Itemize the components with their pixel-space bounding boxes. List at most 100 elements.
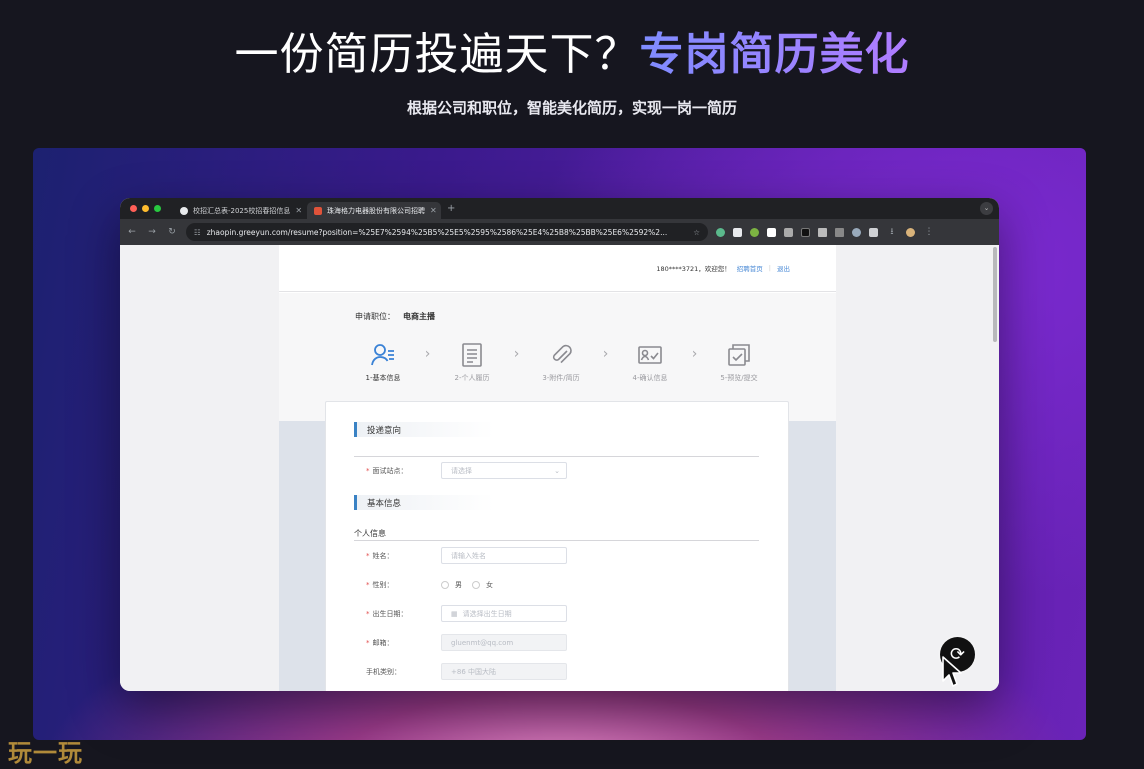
gender-female-radio[interactable]: 女 (472, 580, 493, 590)
back-arrow-icon[interactable]: ← (126, 227, 138, 237)
interview-site-select[interactable]: 请选择 ⌄ (441, 462, 567, 479)
step-attachment[interactable]: 3-附件/简历 (533, 341, 589, 383)
field-label-text: 姓名： (372, 552, 394, 560)
input-placeholder: 请选择出生日期 (462, 609, 512, 618)
chevron-right-icon: › (513, 346, 520, 362)
preview-submit-icon (728, 344, 750, 366)
tab-close-icon[interactable]: ✕ (295, 206, 302, 215)
tab-close-icon[interactable]: ✕ (430, 206, 437, 215)
minimize-window-button[interactable] (142, 205, 149, 212)
extension-icon[interactable] (716, 227, 725, 237)
radio-label: 女 (486, 581, 493, 589)
hero-title: 一份简历投遍天下？专岗简历美化 (0, 18, 1144, 82)
step-label: 4-确认信息 (632, 374, 668, 382)
step-indicator: 1-基本信息 › 2-个人履历 › 3-附件/简历 › 4-确认信息 › 5-预… (355, 341, 767, 383)
browser-window: 校招汇总表-2025校招春招信息 ✕ 珠海格力电器股份有限公司招聘 ✕ + ⌄ … (120, 198, 999, 691)
email-label: * 邮箱： (366, 639, 394, 647)
name-label: * 姓名： (366, 552, 394, 560)
new-tab-button[interactable]: + (447, 203, 455, 214)
chevron-right-icon: › (424, 346, 431, 362)
tab-search-icon[interactable]: ⌄ (980, 202, 993, 215)
tab-label: 珠海格力电器股份有限公司招聘 (327, 206, 425, 215)
step-resume[interactable]: 2-个人履历 (444, 341, 500, 383)
forward-arrow-icon[interactable]: → (146, 227, 158, 237)
extension-icon[interactable] (750, 227, 759, 237)
section-divider (354, 456, 759, 457)
extension-icon[interactable] (733, 227, 742, 237)
name-input[interactable]: 请输入姓名 (441, 547, 567, 564)
window-controls (130, 205, 161, 212)
confirm-card-icon (638, 346, 662, 364)
section-title-basic: 基本信息 (354, 495, 494, 510)
browser-tab-bar: 校招汇总表-2025校招春招信息 ✕ 珠海格力电器股份有限公司招聘 ✕ + ⌄ (120, 198, 999, 219)
hero-title-plain: 一份简历投遍天下？ (234, 29, 640, 80)
gender-label: * 性别： (366, 581, 394, 589)
extension-icon[interactable] (801, 227, 810, 237)
resume-form: 投递意向 * 面试站点： 请选择 ⌄ 基本信息 个人信息 * 姓名： 请输入姓名 *… (325, 401, 789, 691)
calendar-icon: ▦ (451, 609, 458, 618)
watermark-logo: 玩一玩 (8, 739, 83, 767)
step-label: 2-个人履历 (454, 374, 490, 382)
birth-date-label: * 出生日期： (366, 610, 408, 618)
hero-title-accent: 专岗简历美化 (639, 29, 910, 80)
interview-site-label: * 面试站点： (366, 467, 408, 475)
step-label: 3-附件/简历 (542, 374, 580, 382)
logout-link[interactable]: 退出 (777, 263, 790, 273)
reload-icon[interactable]: ↻ (166, 227, 178, 237)
address-bar[interactable]: ☷ zhaopin.greeyun.com/resume?position=%2… (186, 223, 708, 241)
maximize-window-button[interactable] (154, 205, 161, 212)
mouse-pointer-icon (942, 656, 962, 687)
browser-toolbar: ← → ↻ ☷ zhaopin.greeyun.com/resume?posit… (120, 219, 999, 245)
input-placeholder: 请输入姓名 (451, 551, 486, 560)
page-viewport: 180****3721，欢迎您！ 招聘首页 | 退出 申请职位： 电商主播 1-基… (120, 245, 999, 691)
page-scrollbar[interactable] (993, 247, 997, 342)
browser-tab[interactable]: 校招汇总表-2025校招春招信息 ✕ (173, 202, 307, 219)
browser-menu-icon[interactable]: ⋮ (923, 227, 935, 237)
user-greeting: 180****3721，欢迎您！ (656, 265, 731, 273)
extension-icon[interactable] (852, 227, 861, 237)
profile-avatar[interactable] (906, 227, 915, 237)
section-divider (354, 540, 759, 541)
step-basic-info[interactable]: 1-基本信息 (355, 341, 411, 383)
field-label-text: 手机类别： (366, 668, 401, 676)
step-preview-submit[interactable]: 5-预览/提交 (711, 341, 767, 383)
extension-icon[interactable] (818, 227, 827, 237)
hero-subtitle: 根据公司和职位，智能美化简历，实现一岗一简历 (406, 99, 737, 117)
gender-male-radio[interactable]: 男 (441, 580, 462, 590)
chevron-right-icon: › (602, 346, 609, 362)
extension-icon[interactable] (767, 227, 776, 237)
birth-date-picker[interactable]: ▦ 请选择出生日期 (441, 605, 567, 622)
browser-tab-active[interactable]: 珠海格力电器股份有限公司招聘 ✕ (307, 202, 441, 219)
field-label-text: 面试站点： (372, 467, 408, 475)
site-settings-icon[interactable]: ☷ (194, 228, 201, 237)
attachment-icon (552, 344, 572, 364)
email-value: gluenmt@qq.com (451, 638, 514, 647)
extension-icon[interactable] (835, 227, 844, 237)
tab-label: 校招汇总表-2025校招春招信息 (193, 206, 291, 215)
extensions-puzzle-icon[interactable] (869, 227, 878, 237)
step-confirm[interactable]: 4-确认信息 (622, 341, 678, 383)
chevron-right-icon: › (691, 346, 698, 362)
field-label-text: 出生日期： (372, 610, 408, 618)
bookmark-star-icon[interactable]: ☆ (693, 228, 700, 237)
phone-type-field[interactable]: +86 中国大陆 (441, 663, 567, 680)
field-label-text: 邮箱： (372, 639, 394, 647)
applied-position: 申请职位： 电商主播 (355, 311, 435, 322)
download-icon[interactable]: ⭳ (886, 224, 898, 240)
tab-favicon-icon (314, 206, 322, 215)
document-icon (462, 343, 482, 367)
email-field[interactable]: gluenmt@qq.com (441, 634, 567, 651)
applied-position-value: 电商主播 (403, 312, 435, 321)
user-info-icon (371, 344, 394, 366)
header-divider: | (768, 264, 771, 272)
phone-type-label: 手机类别： (366, 667, 401, 677)
resume-page: 180****3721，欢迎您！ 招聘首页 | 退出 申请职位： 电商主播 1-基… (279, 245, 836, 691)
select-placeholder: 请选择 (451, 466, 472, 475)
home-link[interactable]: 招聘首页 (737, 263, 763, 273)
extension-icon[interactable] (784, 227, 793, 237)
close-window-button[interactable] (130, 205, 137, 212)
gender-radio-group: 男 女 (441, 580, 493, 590)
radio-label: 男 (455, 581, 462, 589)
address-bar-url: zhaopin.greeyun.com/resume?position=%25E… (206, 227, 668, 237)
field-label-text: 性别： (372, 581, 394, 589)
